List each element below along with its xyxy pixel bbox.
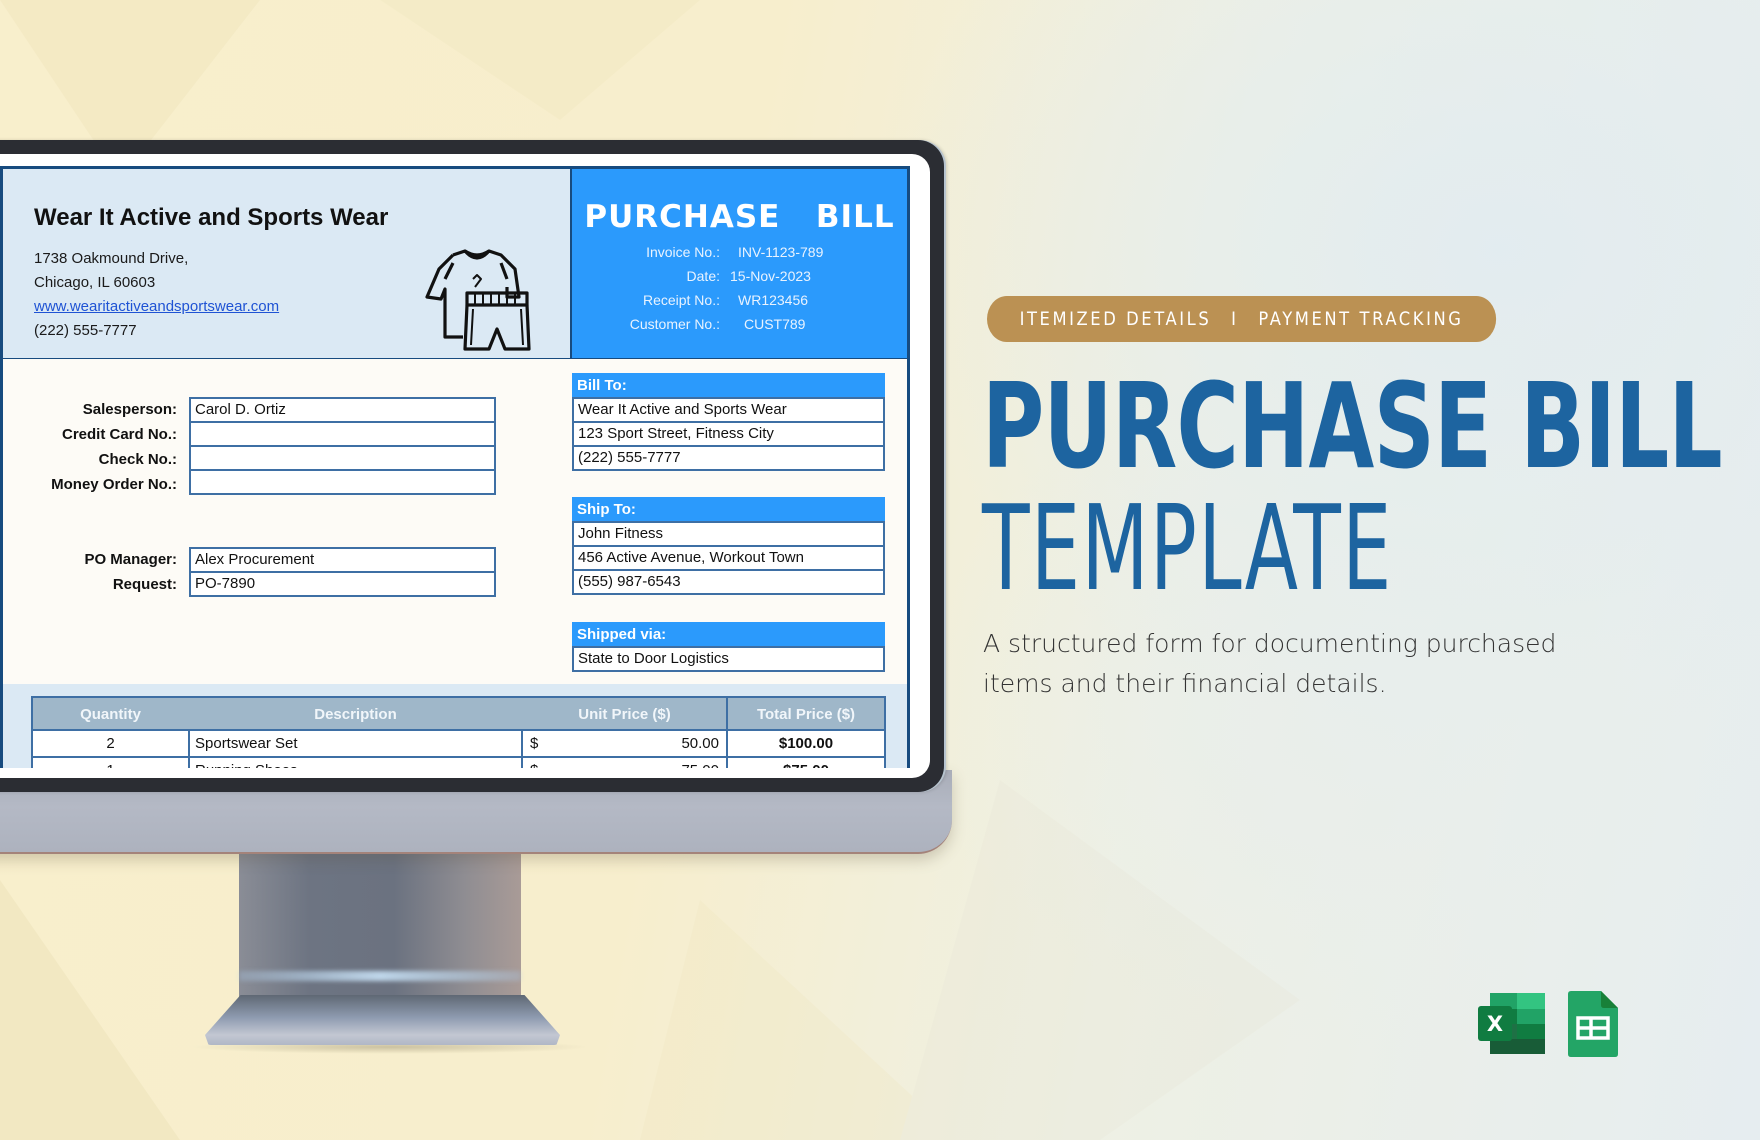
bill-to-line[interactable]: Wear It Active and Sports Wear [572,397,885,423]
meta-value: INV-1123-789 [738,244,824,260]
shipped-via-heading: Shipped via: [572,622,885,647]
money-order-field[interactable] [189,469,496,495]
ship-to-heading: Ship To: [572,497,885,522]
meta-value: 15-Nov-2023 [730,268,811,284]
request-field[interactable]: PO-7890 [189,571,496,597]
tag-payment-tracking: PAYMENT TRACKING [1258,308,1464,330]
company-phone: (222) 555-7777 [34,322,137,339]
po-manager-field[interactable]: Alex Procurement [189,547,496,573]
request-label: Request: [112,576,177,593]
company-name: Wear It Active and Sports Wear [34,204,389,231]
meta-label: Date: [686,268,720,284]
monitor-stand-base [205,995,560,1045]
table-border [884,696,886,768]
purchase-bill-sheet: Wear It Active and Sports Wear 1738 Oakm… [0,166,910,768]
money-order-label: Money Order No.: [51,476,177,493]
meta-label: Invoice No.: [646,244,720,260]
hero-subtitle: TEMPLATE [982,479,1393,617]
excel-icon: X [1478,993,1545,1054]
google-sheets-icon [1568,991,1618,1057]
column-header-quantity[interactable]: Quantity [32,696,189,729]
column-header-unit-price[interactable]: Unit Price ($) [522,696,727,729]
bill-to-heading: Bill To: [572,373,885,398]
company-address-line-2: Chicago, IL 60603 [34,274,156,291]
cell-total[interactable]: $100.00 [727,729,885,756]
svg-text:X: X [1487,1012,1503,1036]
sportswear-icon [425,249,531,351]
column-header-total-price[interactable]: Total Price ($) [727,696,885,729]
shipped-via-line[interactable]: State to Door Logistics [572,646,885,672]
cell-currency: $ [522,729,562,756]
check-no-field[interactable] [189,445,496,471]
meta-value: WR123456 [738,292,809,308]
hero-title: PURCHASE BILL [982,357,1723,495]
ship-to-line[interactable]: 456 Active Avenue, Workout Town [572,545,885,571]
bill-to-line[interactable]: 123 Sport Street, Fitness City [572,421,885,447]
po-manager-label: PO Manager: [84,551,177,568]
cell-currency: $ [522,756,562,768]
cell-quantity[interactable]: 2 [32,729,189,756]
credit-card-label: Credit Card No.: [61,426,177,443]
monitor-stand [239,853,521,1003]
cell-description[interactable]: Sportswear Set [189,729,522,756]
tag-itemized-details: ITEMIZED DETAILS [1019,308,1212,330]
items-table-area: Quantity Description Unit Price ($) Tota… [0,684,910,768]
ship-to-line[interactable]: John Fitness [572,521,885,547]
meta-label: Customer No.: [629,316,720,332]
bill-header: PURCHASE BILL Invoice No.: INV-1123-789 … [570,166,910,361]
bill-to-line[interactable]: (222) 555-7777 [572,445,885,471]
company-website-link[interactable]: www.wearitactiveandsportswear.com [34,298,279,315]
check-no-label: Check No.: [98,451,177,468]
salesperson-label: Salesperson: [82,401,177,418]
ship-to-line[interactable]: (555) 987-6543 [572,569,885,595]
bill-title: PURCHASE BILL [584,199,895,235]
company-header: Wear It Active and Sports Wear 1738 Oakm… [0,166,571,361]
table-border [521,729,523,768]
table-border [188,729,190,768]
hero-description: A structured form for documenting purcha… [983,629,1557,698]
company-address-line-1: 1738 Oakmound Drive, [34,250,189,267]
credit-card-field[interactable] [189,421,496,447]
cell-quantity[interactable]: 1 [32,756,189,768]
column-header-description[interactable]: Description [189,696,522,729]
meta-label: Receipt No.: [642,292,720,308]
bill-body: Salesperson: Carol D. Ortiz Credit Card … [0,359,910,687]
cell-description[interactable]: Running Shoes [189,756,522,768]
cell-total[interactable]: $75.00 [727,756,885,768]
tag-separator: I [1231,308,1239,330]
table-border [31,696,33,768]
table-border [726,696,728,768]
cell-unit-price[interactable]: 75.00 [562,756,727,768]
feature-tag-pill: ITEMIZED DETAILS I PAYMENT TRACKING [987,296,1497,342]
salesperson-field[interactable]: Carol D. Ortiz [189,397,496,423]
cell-unit-price[interactable]: 50.00 [562,729,727,756]
meta-value: CUST789 [744,316,806,332]
